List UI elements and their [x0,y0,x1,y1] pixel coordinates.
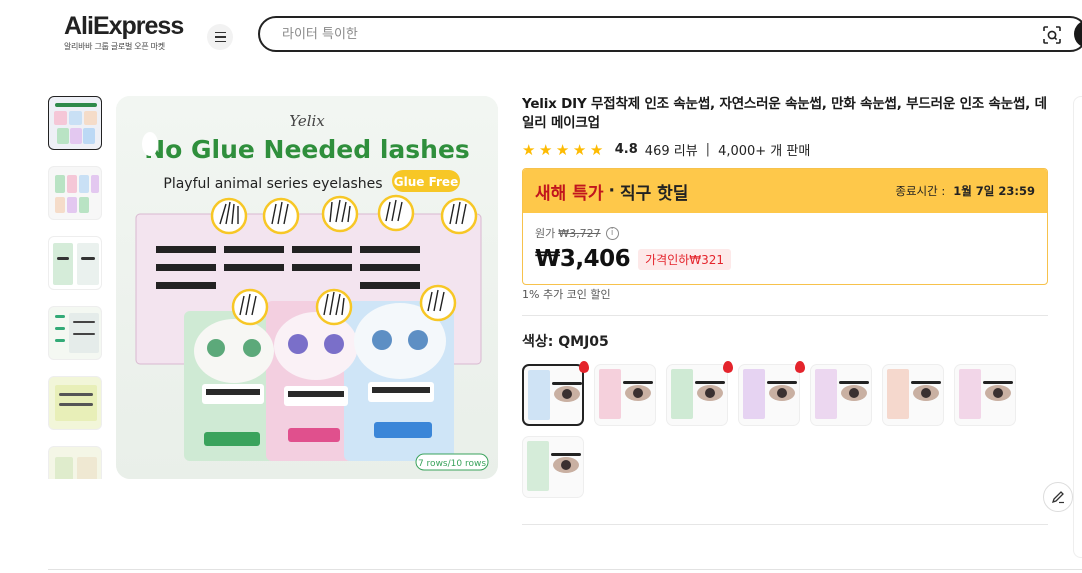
section-divider [522,315,1048,316]
headline-text: No Glue Needed lashes [144,135,470,164]
hamburger-menu-icon[interactable] [207,24,233,50]
glue-free-badge: Glue Free [394,175,458,189]
color-swatch-7[interactable] [954,364,1016,426]
review-count-link[interactable]: 469 리뷰 [645,140,698,159]
aliexpress-logo[interactable]: AliExpress 알리바바 그룹 글로벌 오픈 마켓 [64,12,188,52]
deal-separator: · [608,181,615,201]
color-label: 색상: QMJ05 [522,334,609,350]
divider: | [705,142,711,157]
section-divider [522,524,1048,525]
thumbnail-4[interactable] [48,306,102,360]
color-swatch-4[interactable] [738,364,800,426]
color-swatch-1[interactable] [522,364,584,426]
product-title: Yelix DIY 무접착제 인조 속눈썹, 자연스러운 속눈썹, 만화 속눈썹… [522,96,1047,131]
brand-text: Yelix [289,112,325,130]
pencil-icon[interactable] [1043,482,1073,512]
color-swatch-8[interactable] [522,436,584,498]
discount-badge: 가격인하₩321 [638,248,732,270]
color-swatch-5[interactable] [810,364,872,426]
deal-end-value: 1월 7일 23:59 [953,184,1035,198]
search-button[interactable] [1074,20,1082,48]
side-panel [1073,96,1082,558]
product-illustration: Yelix No Glue Needed lashes Playful anim… [116,96,498,479]
search-input[interactable] [282,24,982,44]
rating-value: 4.8 [614,142,638,157]
color-swatch-3[interactable] [666,364,728,426]
thumbnail-list [48,96,102,479]
star-rating: ★ ★ ★ ★ ★ [522,142,607,158]
rating-row: ★ ★ ★ ★ ★ 4.8 469 리뷰 | 4,000+ 개 판매 [522,140,811,160]
search-bar [258,16,1082,52]
color-swatch-6[interactable] [882,364,944,426]
fire-icon [579,361,589,373]
logo-tagline: 알리바바 그룹 글로벌 오픈 마켓 [64,42,165,51]
star-icon: ★ [522,140,536,159]
deal-banner: 새해 특가 · 직구 핫딜 종료시간 : 1월 7일 23:59 [523,169,1047,213]
fire-icon [795,361,805,373]
main-product-image[interactable]: Yelix No Glue Needed lashes Playful anim… [116,96,498,479]
star-icon: ★ [572,140,587,159]
star-icon: ★ [589,140,604,159]
product-page: AliExpress 알리바바 그룹 글로벌 오픈 마켓 라이터 특이한 Yel… [0,0,1082,573]
deal-end-label: 종료시간 : [895,184,946,198]
deal-box: 새해 특가 · 직구 핫딜 종료시간 : 1월 7일 23:59 원가 ₩3,72… [522,168,1048,285]
image-search-icon[interactable] [1042,25,1062,45]
thumbnail-6[interactable] [48,446,102,479]
star-icon: ★ [538,140,553,159]
deal-subtitle: 직구 핫딜 [619,183,689,204]
page-divider [48,569,1082,570]
price-section: 원가 ₩3,727 i ₩3,406 가격인하₩321 [523,213,1047,272]
original-price: ₩3,727 [558,226,601,240]
fire-icon [723,361,733,373]
deal-end-time: 종료시간 : 1월 7일 23:59 [895,183,1035,199]
original-price-label: 원가 [535,227,556,240]
coin-discount: 1% 추가 코인 할인 [522,288,611,301]
thumbnail-2[interactable] [48,166,102,220]
sold-count: 4,000+ 개 판매 [718,144,811,159]
rows-label: 7 rows/10 rows [418,459,486,469]
thumbnail-5[interactable] [48,376,102,430]
subline-text: Playful animal series eyelashes [163,176,382,192]
deal-name: 새해 특가 [535,183,604,204]
logo-text: AliExpress [64,12,184,40]
original-price-row: 원가 ₩3,727 i [535,225,1035,241]
price-row: ₩3,406 가격인하₩321 [535,246,1035,272]
current-price: ₩3,406 [535,246,631,272]
color-swatch-2[interactable] [594,364,656,426]
info-icon[interactable]: i [605,226,619,240]
star-icon: ★ [555,140,570,159]
thumbnail-3[interactable] [48,236,102,290]
thumbnail-1[interactable] [48,96,102,150]
